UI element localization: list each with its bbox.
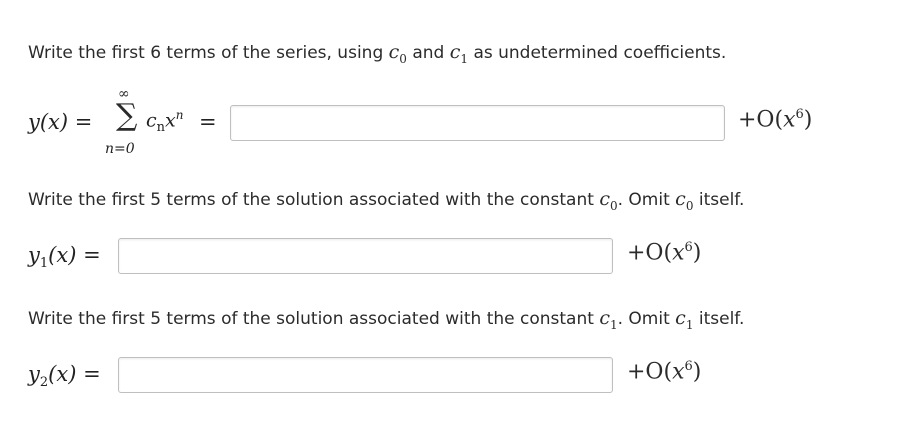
y2-lhs: y2(x) = <box>28 362 101 391</box>
question-2-prompt: Write the first 5 terms of the solution … <box>28 188 744 213</box>
order-term: +O(x6) <box>627 359 702 385</box>
coefficient-c0: c0 <box>675 188 694 213</box>
coefficient-c1: c1 <box>449 41 469 66</box>
prompt-text: . Omit <box>617 309 670 329</box>
coefficient-c1: c1 <box>599 307 618 332</box>
prompt-text: as undetermined coefficients. <box>473 43 727 63</box>
equals-sign: = <box>199 110 217 134</box>
prompt-text: itself. <box>698 190 745 210</box>
series-answer-input[interactable] <box>230 105 725 141</box>
coefficient-c1: c1 <box>675 307 694 332</box>
order-term: +O(x6) <box>738 107 813 133</box>
prompt-text: . Omit <box>617 190 670 210</box>
prompt-text: itself. <box>698 309 745 329</box>
prompt-text: Write the first 6 terms of the series, u… <box>28 43 384 63</box>
order-term: +O(x6) <box>627 240 702 266</box>
y2-answer-input[interactable] <box>118 357 613 393</box>
prompt-text: Write the first 5 terms of the solution … <box>28 309 594 329</box>
question-3-prompt: Write the first 5 terms of the solution … <box>28 307 744 332</box>
coefficient-c0: c0 <box>599 188 618 213</box>
question-1-prompt: Write the first 6 terms of the series, u… <box>28 41 726 66</box>
y1-lhs: y1(x) = <box>28 243 101 272</box>
y1-answer-input[interactable] <box>118 238 613 274</box>
sum-lower-limit: n=0 <box>105 141 135 157</box>
coefficient-c0: c0 <box>388 41 407 66</box>
summation-symbol: ∑ <box>116 98 138 133</box>
summand: cnxn <box>146 108 184 136</box>
series-lhs: y(x) = <box>28 110 93 134</box>
prompt-text: Write the first 5 terms of the solution … <box>28 190 594 210</box>
prompt-text: and <box>412 43 445 63</box>
